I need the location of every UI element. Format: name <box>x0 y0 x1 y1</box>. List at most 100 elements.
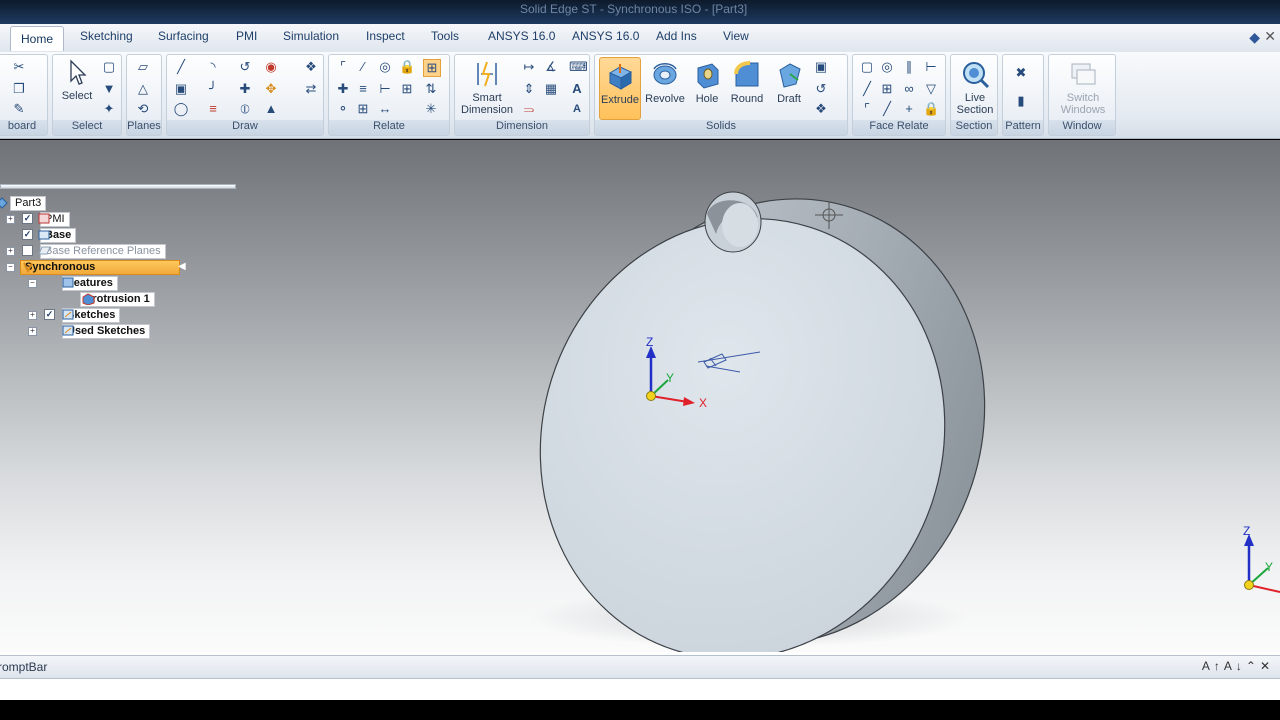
expand-used-sketches-icon[interactable]: + <box>28 327 37 336</box>
smart-dimension-button[interactable]: Smart Dimension <box>457 59 517 116</box>
symmetric-diameter-icon[interactable]: ⥰ <box>521 101 537 117</box>
mirror-triangle-icon[interactable]: ▲ <box>263 101 279 117</box>
extrude-button[interactable]: Extrude <box>599 57 641 120</box>
select-tool-icon[interactable]: ✦ <box>101 101 117 117</box>
expand-pmi-icon[interactable]: + <box>6 215 15 224</box>
tab-pmi[interactable]: PMI <box>236 29 257 43</box>
tangent-icon[interactable]: ⚬ <box>335 101 351 117</box>
collapse-prompt-icon[interactable]: ⌃ <box>1246 659 1260 673</box>
thin-wall-icon[interactable]: ▣ <box>813 59 829 75</box>
tab-simulation[interactable]: Simulation <box>283 29 339 43</box>
plane-icon[interactable]: ▱ <box>135 59 151 75</box>
tree-node-protrusion[interactable]: Protrusion 1 <box>0 292 155 307</box>
pattern-icon[interactable]: ✖ <box>1013 65 1029 81</box>
parallel-icon[interactable]: ∕ <box>355 59 371 75</box>
perpendicular-icon[interactable]: ⊢ <box>377 81 393 97</box>
horizontal-align-icon[interactable]: ↔ <box>377 101 393 117</box>
project-icon[interactable]: ≡ <box>205 101 221 117</box>
curve-icon[interactable]: ↺ <box>237 59 253 75</box>
add-body-icon[interactable]: ❖ <box>813 101 829 117</box>
base-checkbox[interactable]: ✓ <box>22 229 33 240</box>
plane-angle-icon[interactable]: △ <box>135 81 151 97</box>
arc-icon[interactable]: ◝ <box>205 59 221 75</box>
offset-face-icon[interactable]: ⌜ <box>859 101 875 117</box>
tangent-face-icon[interactable]: ▽ <box>923 81 939 97</box>
fillet-icon[interactable]: ╯ <box>205 81 221 97</box>
helix-icon[interactable]: ↺ <box>813 81 829 97</box>
collinear-icon[interactable]: ≡ <box>355 81 371 97</box>
tab-view[interactable]: View <box>723 29 749 43</box>
relation-handle-icon[interactable]: ⇅ <box>423 81 439 97</box>
tree-node-sketches[interactable]: + ✓ Sketches <box>0 308 121 323</box>
dimension-style-icon[interactable]: A <box>569 101 585 117</box>
tab-add-ins[interactable]: Add Ins <box>656 29 697 43</box>
tree-node-features[interactable]: − Features <box>0 276 118 291</box>
tab-surfacing[interactable]: Surfacing <box>158 29 209 43</box>
select-options-icon[interactable]: ▢ <box>101 59 117 75</box>
tree-node-base[interactable]: ✓ Base <box>0 228 77 243</box>
font-increase-icon[interactable]: A↑ <box>1202 659 1224 673</box>
horizontal-vertical-icon[interactable]: ✚ <box>335 81 351 97</box>
concentric-face-icon[interactable]: ◎ <box>879 59 895 75</box>
collapse-features-icon[interactable]: − <box>28 279 37 288</box>
collapse-synchronous-icon[interactable]: − <box>6 263 15 272</box>
aligned-face-icon[interactable]: ⊢ <box>923 59 939 75</box>
circle-icon[interactable]: ◯ <box>173 101 189 117</box>
tab-tools[interactable]: Tools <box>431 29 459 43</box>
coordinate-dimension-icon[interactable]: ⇕ <box>521 81 537 97</box>
sketches-checkbox[interactable]: ✓ <box>44 309 55 320</box>
tab-inspect[interactable]: Inspect <box>366 29 405 43</box>
text-style-icon[interactable]: ⌨ <box>569 59 588 75</box>
mirror-body-icon[interactable]: ▮ <box>1013 93 1029 109</box>
copy-icon[interactable]: ❐ <box>11 81 27 97</box>
mirror-icon[interactable]: ⇄ <box>303 81 319 97</box>
tree-node-part[interactable]: Part3 <box>0 196 47 211</box>
parallel-face-icon[interactable]: ∥ <box>901 59 917 75</box>
close-prompt-icon[interactable]: ✕ <box>1260 659 1274 673</box>
tab-home[interactable]: Home <box>10 26 65 51</box>
symmetric-icon[interactable]: ⊞ <box>399 81 415 97</box>
tab-ansys-1[interactable]: ANSYS 16.0 <box>488 29 555 43</box>
live-section-button[interactable]: Live Section <box>953 59 997 116</box>
hole-button[interactable]: Hole <box>689 60 725 105</box>
cut-icon[interactable]: ✂ <box>11 59 27 75</box>
extend-icon[interactable]: ⦶ <box>237 101 253 117</box>
maintain-relations-icon[interactable]: ⊞ <box>423 59 441 77</box>
help-icon[interactable]: ◆ <box>1249 29 1260 46</box>
equal-icon[interactable]: ⊞ <box>355 101 371 117</box>
perpendicular-face-icon[interactable]: ╱ <box>859 81 875 97</box>
concentric-icon[interactable]: ◎ <box>377 59 393 75</box>
symmetric-face-icon[interactable]: ⊞ <box>879 81 895 97</box>
relation-assistant-icon[interactable]: ✳ <box>423 101 439 117</box>
line-icon[interactable]: ╱ <box>173 59 189 75</box>
rectangle-icon[interactable]: ▣ <box>173 81 189 97</box>
text-profile-icon[interactable]: ❖ <box>303 59 319 75</box>
part-model[interactable] <box>0 140 1280 652</box>
lock-icon[interactable]: 🔒 <box>399 59 415 75</box>
coordinate-icon[interactable]: ⟲ <box>135 101 151 117</box>
tree-node-used-sketches[interactable]: + Used Sketches <box>0 324 151 339</box>
dimension-text-icon[interactable]: A <box>569 81 585 97</box>
reference-planes-checkbox[interactable] <box>22 245 33 256</box>
draft-button[interactable]: Draft <box>769 60 809 105</box>
distance-between-icon[interactable]: ↦ <box>521 59 537 75</box>
tab-sketching[interactable]: Sketching <box>80 29 133 43</box>
pathfinder-splitter[interactable] <box>0 184 236 189</box>
move-icon[interactable]: ✥ <box>263 81 279 97</box>
select-button[interactable]: Select <box>57 59 97 102</box>
paste-icon[interactable]: ✎ <box>11 101 27 117</box>
tree-node-pmi[interactable]: + ✓ PMI <box>0 212 70 227</box>
equal-radius-icon[interactable]: ∞ <box>901 81 917 97</box>
tab-ansys-2[interactable]: ANSYS 16.0 <box>572 29 639 43</box>
tree-node-base-reference-planes[interactable]: + Base Reference Planes <box>0 244 166 259</box>
switch-windows-button[interactable]: Switch Windows <box>1051 59 1115 116</box>
angular-coordinate-icon[interactable]: ▦ <box>543 81 559 97</box>
add-face-relation-icon[interactable]: + <box>901 101 917 117</box>
rigid-icon[interactable]: ╱ <box>879 101 895 117</box>
tree-node-synchronous[interactable]: − Synchronous ◀ <box>0 260 186 275</box>
trim-icon[interactable]: ✚ <box>237 81 253 97</box>
expand-reference-planes-icon[interactable]: + <box>6 247 15 256</box>
pmi-checkbox[interactable]: ✓ <box>22 213 33 224</box>
revolve-button[interactable]: Revolve <box>643 60 687 105</box>
round-button[interactable]: Round <box>727 60 767 105</box>
